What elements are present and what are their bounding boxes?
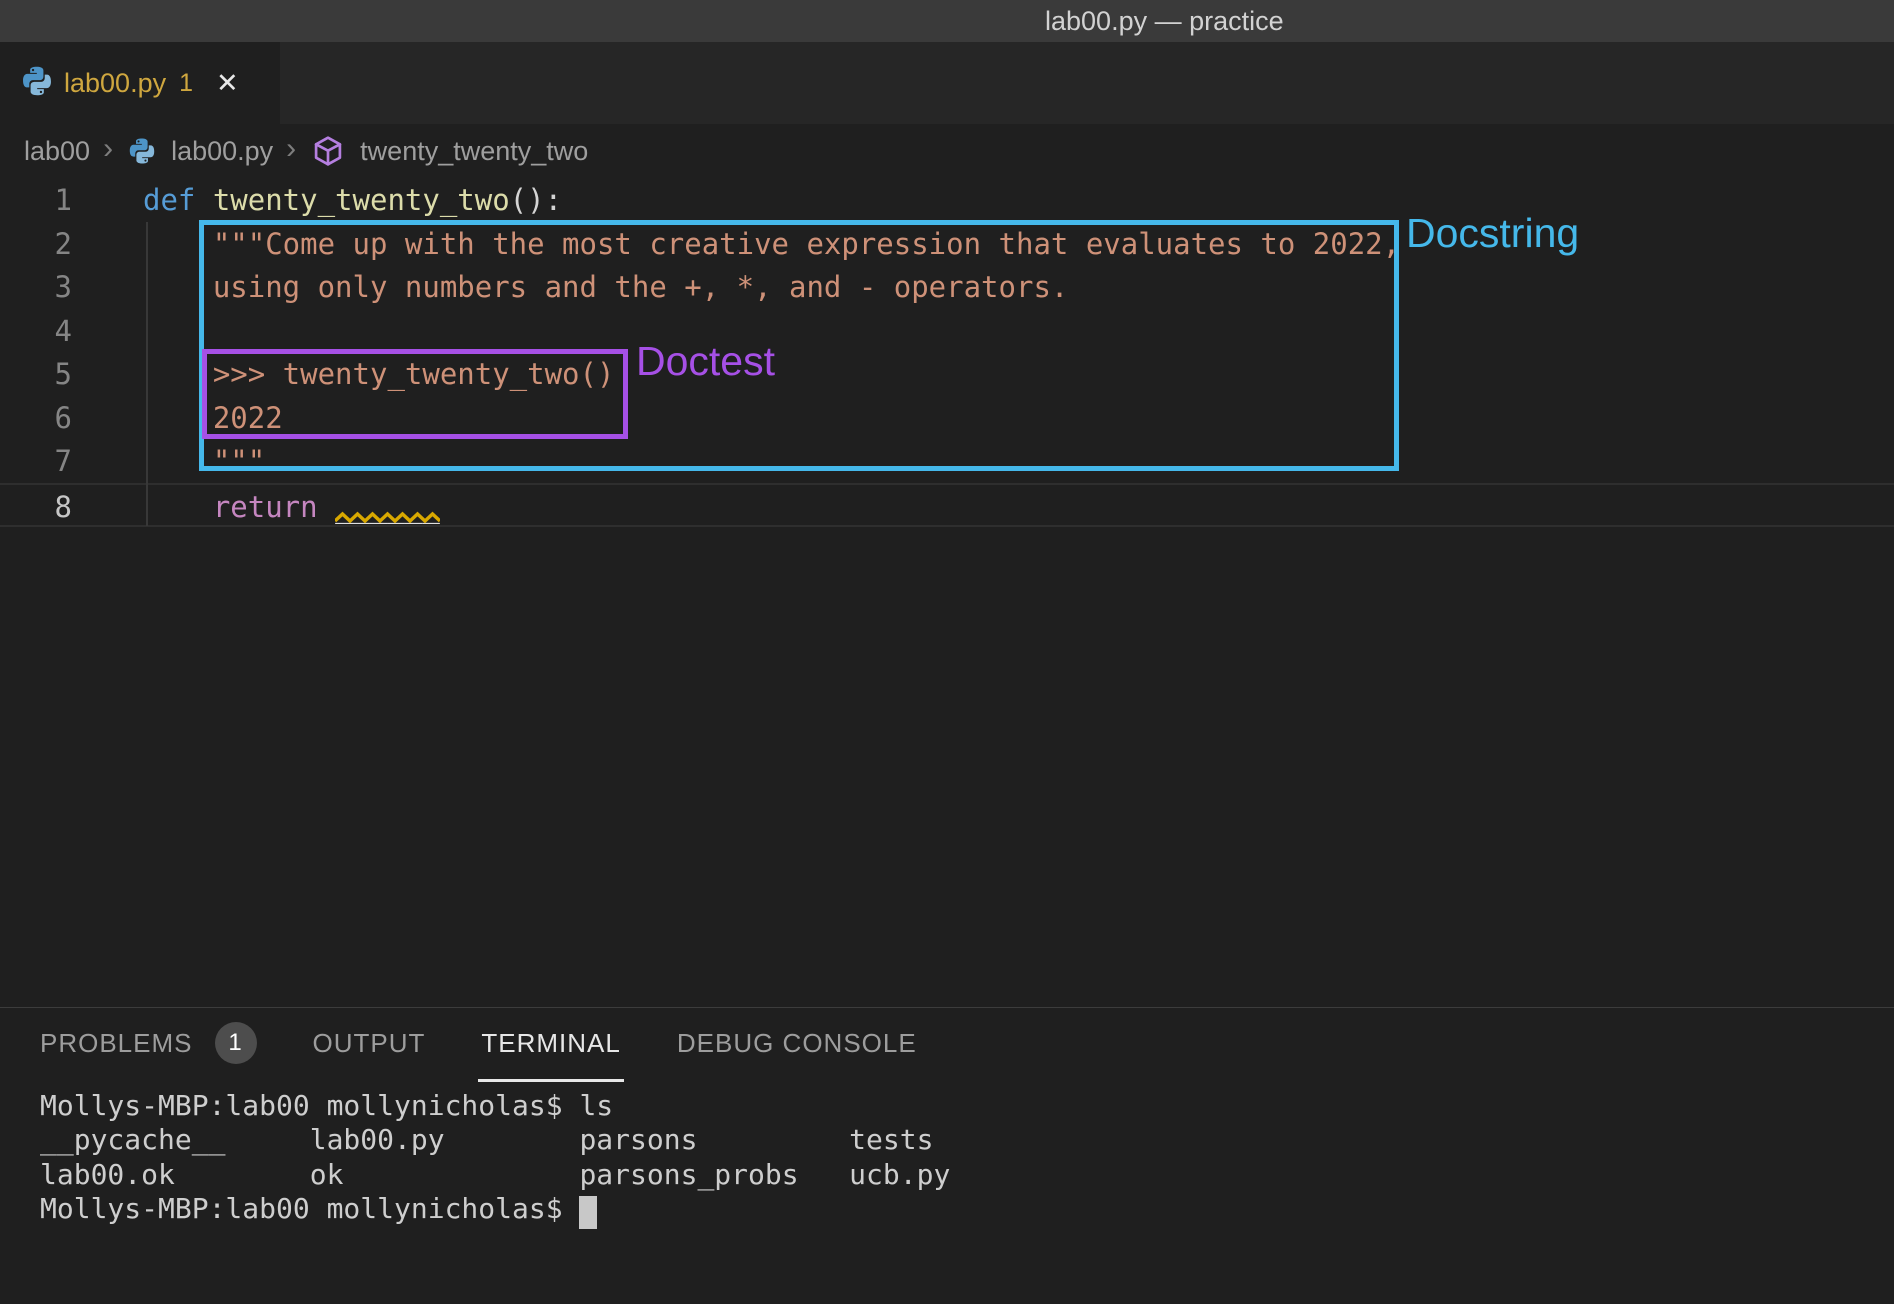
code-line-7[interactable]: 7 """ xyxy=(0,439,1894,483)
code-text: >>> twenty_twenty_two() xyxy=(143,352,614,396)
code-text: """ xyxy=(143,439,265,483)
terminal-line: Mollys-MBP:lab00 mollynicholas$ xyxy=(40,1192,579,1225)
terminal-cursor xyxy=(579,1196,597,1229)
line-number[interactable]: 1 xyxy=(0,178,72,222)
terminal-line: __pycache__ lab00.py parsons tests xyxy=(40,1123,933,1156)
symbol-cube-icon xyxy=(311,134,345,168)
breadcrumb: lab00 › lab00.py › twenty_twenty_two xyxy=(0,124,1894,178)
indent-guide xyxy=(146,222,148,526)
docstring-annotation-label: Docstring xyxy=(1406,210,1579,257)
python-icon xyxy=(128,137,156,165)
code-text: 2022 xyxy=(143,396,283,440)
line-number[interactable]: 4 xyxy=(0,309,72,353)
python-icon xyxy=(21,65,53,102)
line-number[interactable]: 6 xyxy=(0,396,72,440)
title-bar: lab00.py — practice xyxy=(0,0,1894,42)
code-line-1[interactable]: 1 def twenty_twenty_two(): xyxy=(0,178,1894,222)
code-line-5[interactable]: 5 >>> twenty_twenty_two() xyxy=(0,352,1894,396)
tab-warning-count: 1 xyxy=(179,69,193,98)
line-number[interactable]: 2 xyxy=(0,222,72,266)
code-line-4[interactable]: 4 xyxy=(0,309,1894,353)
panel-tab-debug-console[interactable]: DEBUG CONSOLE xyxy=(677,1028,917,1058)
code-line-2[interactable]: 2 """Come up with the most creative expr… xyxy=(0,222,1894,266)
line-number[interactable]: 5 xyxy=(0,352,72,396)
code-line-6[interactable]: 6 2022 xyxy=(0,396,1894,440)
panel-tab-bar: PROBLEMS1 OUTPUT TERMINAL DEBUG CONSOLE xyxy=(40,1028,917,1058)
breadcrumb-item-symbol[interactable]: twenty_twenty_two xyxy=(360,136,588,167)
terminal-output[interactable]: Mollys-MBP:lab00 mollynicholas$ ls __pyc… xyxy=(40,1089,950,1227)
doctest-annotation-label: Doctest xyxy=(636,338,775,385)
line-number[interactable]: 7 xyxy=(0,439,72,483)
panel-tab-terminal[interactable]: TERMINAL xyxy=(481,1028,620,1058)
code-text: using only numbers and the +, *, and - o… xyxy=(143,265,1068,309)
code-editor[interactable]: 1def twenty_twenty_two():2 """Come up wi… xyxy=(0,178,1894,1008)
line-number[interactable]: 3 xyxy=(0,265,72,309)
tab-lab00py[interactable]: lab00.py 1 ✕ xyxy=(0,42,280,124)
breadcrumb-item-folder[interactable]: lab00 xyxy=(24,136,90,167)
warning-squiggle xyxy=(335,511,440,525)
chevron-right-icon: › xyxy=(103,132,113,166)
breadcrumb-item-file[interactable]: lab00.py xyxy=(171,136,273,167)
code-line-8[interactable]: 8 return ______ xyxy=(0,483,1894,527)
tab-filename: lab00.py xyxy=(64,68,166,99)
panel-separator xyxy=(0,1007,1894,1008)
code-text: def twenty_twenty_two(): xyxy=(143,178,562,222)
terminal-line: Mollys-MBP:lab00 mollynicholas$ ls xyxy=(40,1089,613,1122)
window-title: lab00.py — practice xyxy=(1045,6,1284,37)
code-line-3[interactable]: 3 using only numbers and the +, *, and -… xyxy=(0,265,1894,309)
chevron-right-icon: › xyxy=(286,132,296,166)
close-icon[interactable]: ✕ xyxy=(216,70,239,97)
line-number[interactable]: 8 xyxy=(0,485,72,529)
panel-tab-output[interactable]: OUTPUT xyxy=(313,1028,426,1058)
problems-badge: 1 xyxy=(215,1022,257,1064)
editor-tab-bar: lab00.py 1 ✕ xyxy=(0,42,1894,124)
terminal-line: lab00.ok ok parsons_probs ucb.py xyxy=(40,1158,950,1191)
code-text: """Come up with the most creative expres… xyxy=(143,222,1400,266)
panel-tab-problems[interactable]: PROBLEMS1 xyxy=(40,1028,257,1058)
